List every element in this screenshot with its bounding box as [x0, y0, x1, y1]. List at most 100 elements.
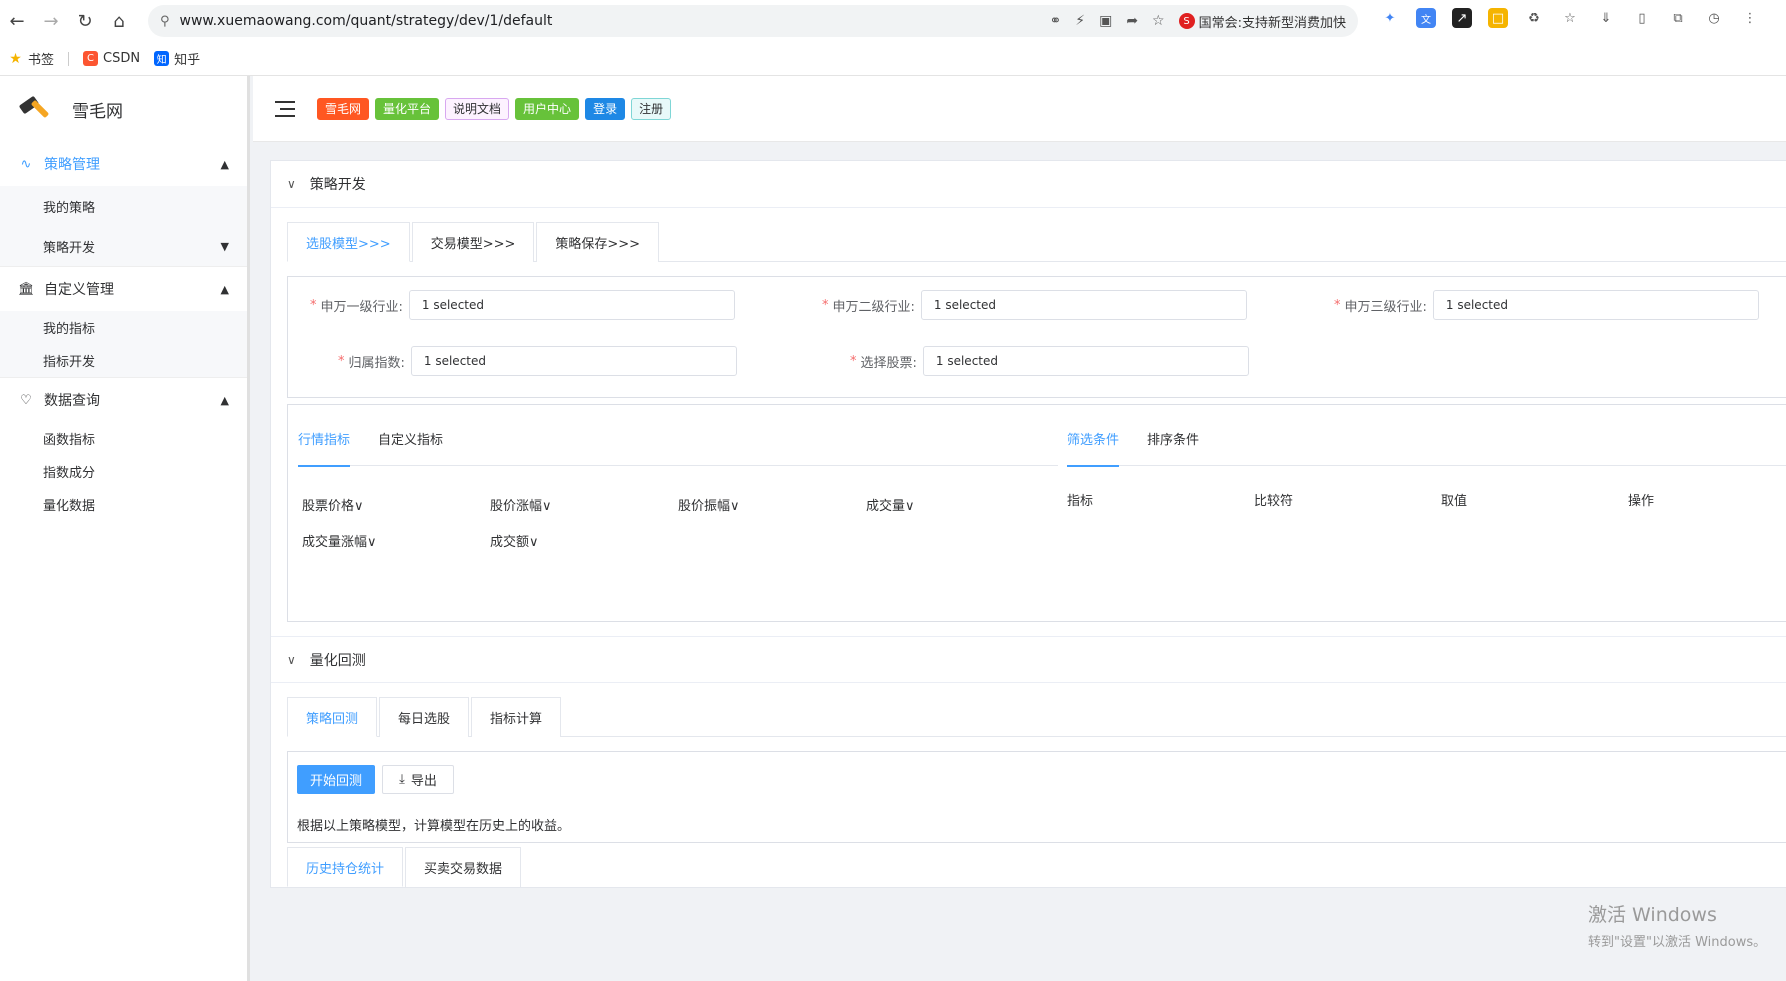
nav-tag[interactable]: 登录	[585, 97, 626, 120]
tab-filter-conditions[interactable]: 筛选条件	[1067, 412, 1120, 467]
sw-level1-select[interactable]: 1 selected	[408, 290, 735, 320]
forward-icon[interactable]: →	[34, 4, 68, 38]
lightning-icon[interactable]: ⚡	[1075, 13, 1085, 29]
home-icon[interactable]: ⌂	[102, 4, 136, 38]
reload-icon[interactable]: ↻	[68, 4, 102, 38]
chevron-up-icon: ▲	[220, 157, 229, 171]
indicator-price-change[interactable]: 股价涨幅∨	[490, 495, 552, 514]
tab-indicator-calc[interactable]: 指标计算	[471, 697, 562, 737]
menu-icon[interactable]: ⋮	[1740, 8, 1760, 28]
tab-daily-selection[interactable]: 每日选股	[379, 697, 470, 737]
start-backtest-button[interactable]: 开始回测	[297, 765, 375, 794]
windows-activation-watermark: 激活 Windows 转到"设置"以激活 Windows。	[1588, 904, 1767, 950]
export-button[interactable]: ⤓ 导出	[382, 765, 454, 794]
sidebar-item-my-strategy[interactable]: 我的策略	[0, 186, 247, 226]
menu-custom-management[interactable]: 🏛 自定义管理 ▲	[0, 267, 247, 311]
index-select[interactable]: 1 selected	[410, 346, 737, 376]
back-icon[interactable]: ←	[0, 4, 34, 38]
browser-toolbar: ← → ↻ ⌂ ⚲ www.xuemaowang.com/quant/strat…	[0, 0, 1786, 42]
sidebar-item-function-indicators[interactable]: 函数指标	[0, 422, 247, 455]
brand-name: 雪毛网	[72, 101, 123, 122]
chevron-down-icon: ∨	[354, 499, 364, 514]
line-chart-icon: ∿	[20, 156, 32, 172]
menu-strategy-management[interactable]: ∿ 策略管理 ▲	[0, 142, 247, 186]
tab-history-holdings[interactable]: 历史持仓统计	[287, 847, 404, 887]
collapse-strategy-dev[interactable]: ∨ 策略开发	[271, 161, 1786, 208]
sw-level2-select[interactable]: 1 selected	[920, 290, 1247, 320]
col-header-action: 操作	[1628, 494, 1655, 509]
reader-icon[interactable]: ▣	[1099, 13, 1112, 29]
tab-trade-model[interactable]: 交易模型>>>	[411, 222, 535, 262]
sidebar-item-my-indicators[interactable]: 我的指标	[0, 311, 247, 344]
field-sw-level1: * 申万一级行业: 1 selected	[310, 290, 735, 320]
phone-icon[interactable]: ▯	[1632, 8, 1652, 28]
address-bar[interactable]: ⚲ www.xuemaowang.com/quant/strategy/dev/…	[148, 5, 1358, 37]
chevron-down-icon: ∨	[730, 499, 740, 514]
backtest-actions: 开始回测 ⤓ 导出 根据以上策略模型，计算模型在历史上的收益。	[287, 751, 1786, 843]
indicator-price-amplitude[interactable]: 股价振幅∨	[678, 495, 740, 514]
sidebar-item-quant-data[interactable]: 量化数据	[0, 488, 247, 521]
menu-toggle-icon[interactable]	[275, 100, 295, 117]
nav-tag[interactable]: 雪毛网	[317, 97, 370, 120]
tab-custom-indicators[interactable]: 自定义指标	[378, 412, 443, 466]
sidebar-item-strategy-dev[interactable]: 策略开发 ▼	[0, 226, 247, 266]
tab-trade-data[interactable]: 买卖交易数据	[405, 847, 522, 887]
bookmark-folder[interactable]: ★ 书签	[8, 49, 54, 69]
bookmark-csdn[interactable]: C CSDN	[83, 51, 140, 66]
menu-data-query[interactable]: ♡ 数据查询 ▲	[0, 378, 247, 422]
nav-tag[interactable]: 说明文档	[445, 97, 510, 120]
indicator-box: 行情指标 自定义指标 筛选条件 排序条件 股票价格∨ 股价涨幅∨ 股价振幅∨ 成…	[287, 404, 1786, 622]
sidebar-item-index-constituents[interactable]: 指数成分	[0, 455, 247, 488]
key-icon[interactable]: ⚭	[1050, 13, 1062, 29]
news-ticker[interactable]: S 国常会:支持新型消费加快	[1178, 12, 1346, 31]
collapse-backtest[interactable]: ∨ 量化回测	[271, 636, 1786, 683]
download-icon[interactable]: ⇓	[1596, 8, 1616, 28]
download-icon: ⤓	[399, 772, 405, 787]
sidebar-item-indicator-dev[interactable]: 指标开发	[0, 344, 247, 377]
chevron-down-icon: ∨	[287, 652, 296, 667]
bookmark-zhihu[interactable]: 知 知乎	[154, 49, 200, 68]
tab-strategy-save[interactable]: 策略保存>>>	[536, 222, 660, 262]
divider	[68, 51, 70, 66]
tab-market-indicators[interactable]: 行情指标	[298, 412, 351, 467]
news-text: 国常会:支持新型消费加快	[1198, 15, 1346, 31]
nav-tag[interactable]: 量化平台	[375, 97, 440, 120]
result-tabs: 历史持仓统计 买卖交易数据	[287, 847, 1786, 887]
star-icon[interactable]: ☆	[1152, 13, 1165, 29]
section-title: 策略开发	[309, 177, 366, 193]
collections-icon[interactable]: ⧉	[1668, 8, 1688, 28]
indicator-turnover[interactable]: 成交额∨	[490, 531, 539, 550]
main-content: ∨ 策略开发 选股模型>>> 交易模型>>> 策略保存>>> * 申万一级行业: …	[253, 142, 1786, 981]
chevron-up-icon: ▲	[220, 393, 229, 407]
indicator-volume[interactable]: 成交量∨	[866, 495, 915, 514]
indicator-volume-change[interactable]: 成交量涨幅∨	[302, 531, 377, 550]
chart-extension-icon[interactable]: ↗	[1452, 8, 1472, 28]
history-icon[interactable]: ◷	[1704, 8, 1724, 28]
bookmarks-bar: ★ 书签 C CSDN 知 知乎	[0, 42, 1786, 76]
stock-select[interactable]: 1 selected	[922, 346, 1249, 376]
nav-tag[interactable]: 注册	[631, 97, 672, 120]
nav-tag[interactable]: 用户中心	[515, 97, 580, 120]
field-sw-level3: * 申万三级行业: 1 selected	[1334, 290, 1759, 320]
ai-extension-icon[interactable]: ✦	[1380, 8, 1400, 28]
field-sw-level2: * 申万二级行业: 1 selected	[822, 290, 1247, 320]
col-header-value: 取值	[1441, 494, 1468, 509]
indicator-stock-price[interactable]: 股票价格∨	[302, 495, 364, 514]
sw-level3-select[interactable]: 1 selected	[1432, 290, 1759, 320]
condition-tabs: 筛选条件 排序条件	[1067, 412, 1786, 467]
tab-strategy-backtest[interactable]: 策略回测	[287, 697, 378, 737]
field-index: * 归属指数: 1 selected	[338, 346, 737, 376]
share-icon[interactable]: ➦	[1126, 13, 1138, 29]
tab-sort-conditions[interactable]: 排序条件	[1147, 412, 1199, 466]
brand[interactable]: 雪毛网	[0, 76, 247, 142]
favorites-icon[interactable]: ☆	[1560, 8, 1580, 28]
sogou-icon: S	[1178, 13, 1195, 29]
translate-icon[interactable]: 文	[1416, 8, 1436, 28]
top-header: 雪毛网 量化平台 说明文档 用户中心 登录 注册	[253, 76, 1786, 142]
puzzle-icon[interactable]: ♻	[1524, 8, 1544, 28]
chevron-down-icon: ∨	[905, 499, 915, 514]
zhihu-icon: 知	[154, 51, 170, 66]
tab-stock-selection-model[interactable]: 选股模型>>>	[287, 222, 410, 262]
chevron-down-icon: ∨	[287, 177, 296, 191]
folder-extension-icon[interactable]: □	[1488, 8, 1508, 28]
